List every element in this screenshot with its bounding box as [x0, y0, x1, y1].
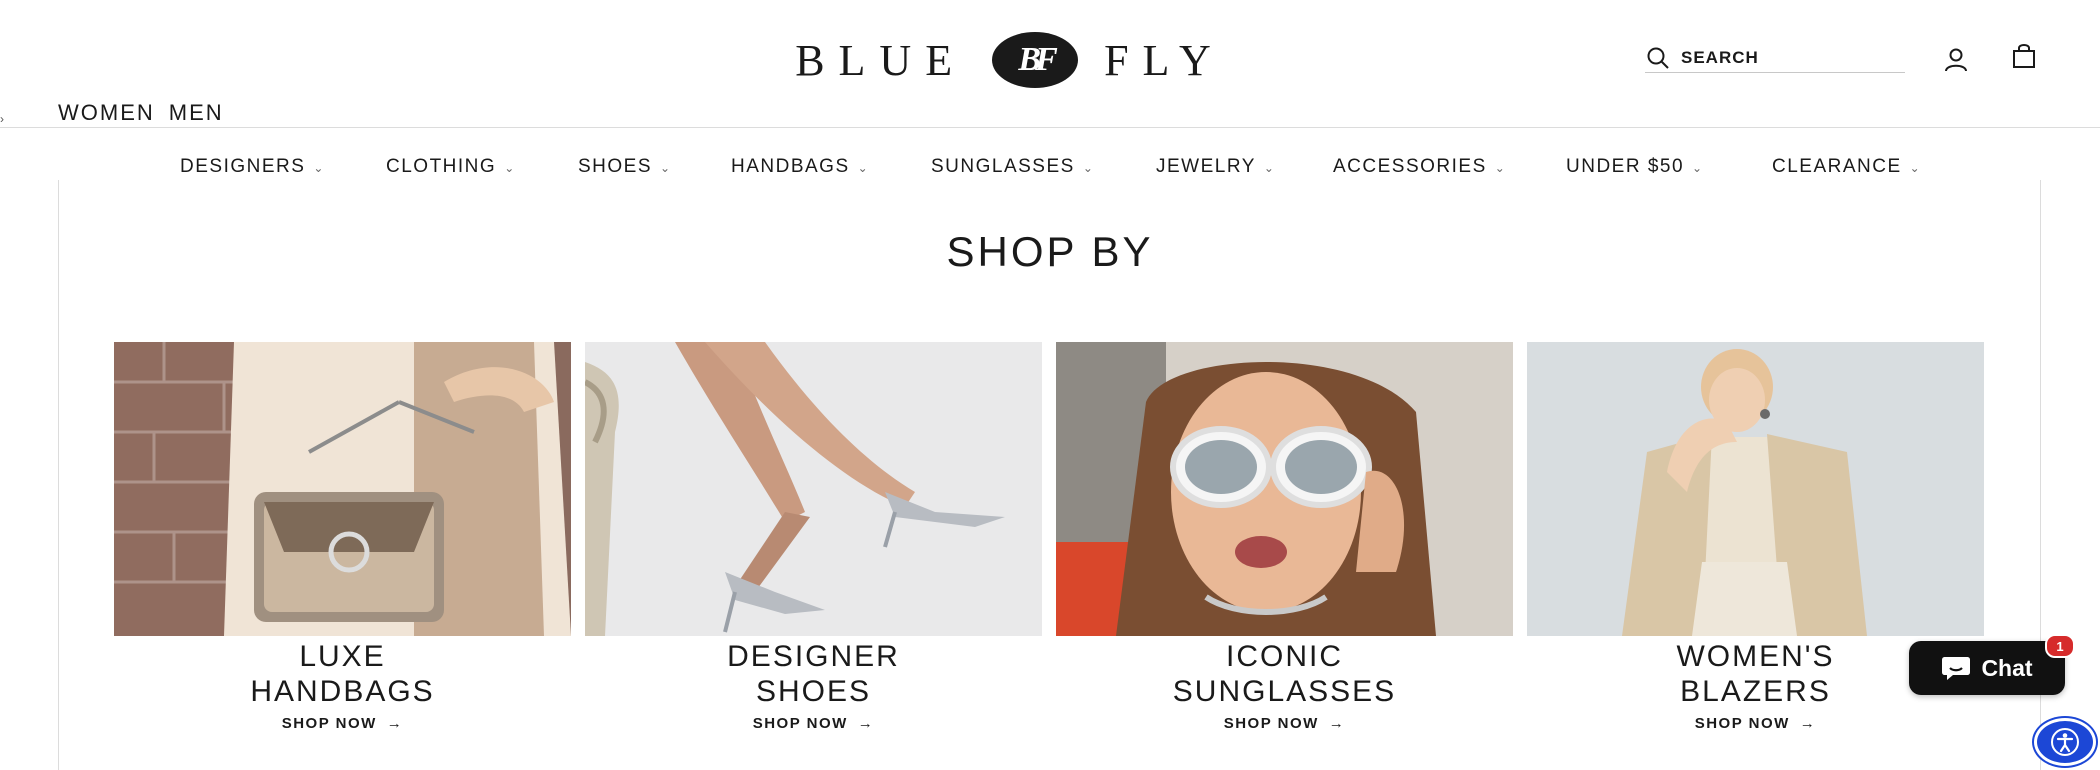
- nav-item-shoes[interactable]: SHOES ⌄: [578, 156, 731, 178]
- chevron-down-icon: ⌄: [1909, 161, 1922, 175]
- shop-now-link[interactable]: SHOP NOW →: [1056, 715, 1513, 732]
- nav-item-jewelry[interactable]: JEWELRY ⌄: [1156, 156, 1333, 178]
- shop-now-link[interactable]: SHOP NOW →: [1527, 715, 1984, 732]
- chevron-down-icon: ⌄: [1263, 161, 1276, 175]
- nav-label: CLEARANCE: [1772, 156, 1902, 177]
- chat-label: Chat: [1981, 654, 2033, 681]
- nav-label: JEWELRY: [1156, 156, 1256, 177]
- tab-men[interactable]: MEN: [169, 100, 224, 126]
- shopping-bag-icon[interactable]: [2010, 42, 2038, 70]
- logo-monogram-badge: BF: [992, 32, 1079, 88]
- nav-item-clearance[interactable]: CLEARANCE ⌄: [1772, 156, 1942, 178]
- nav-item-handbags[interactable]: HANDBAGS ⌄: [731, 156, 931, 178]
- nav-item-sunglasses[interactable]: SUNGLASSES ⌄: [931, 156, 1156, 178]
- shop-now-label: SHOP NOW: [281, 715, 377, 732]
- chevron-down-icon: ⌄: [1494, 161, 1507, 175]
- main-navigation: DESIGNERS ⌄ CLOTHING ⌄ SHOES ⌄ HANDBAGS …: [180, 156, 1942, 178]
- nav-label: DESIGNERS: [180, 156, 306, 177]
- shop-now-link[interactable]: SHOP NOW →: [114, 715, 571, 732]
- gender-tabs: WOMEN MEN: [58, 100, 224, 126]
- nav-label: ACCESSORIES: [1333, 156, 1487, 177]
- nav-label: CLOTHING: [386, 156, 497, 177]
- shop-now-label: SHOP NOW: [1223, 715, 1319, 732]
- nav-item-clothing[interactable]: CLOTHING ⌄: [386, 156, 578, 178]
- chat-notification-badge: 1: [2045, 634, 2075, 658]
- search-bar[interactable]: [1645, 44, 1905, 73]
- shop-now-link[interactable]: SHOP NOW →: [585, 715, 1042, 732]
- category-tile-shoes[interactable]: DESIGNER SHOES SHOP NOW →: [585, 342, 1042, 732]
- header-divider: [0, 127, 2100, 128]
- logo-monogram: BF: [1018, 41, 1057, 78]
- chevron-down-icon: ⌄: [1082, 161, 1095, 175]
- chat-button[interactable]: Chat: [1909, 641, 2065, 695]
- shoes-image[interactable]: [585, 342, 1042, 636]
- logo-word-left: BLUE: [795, 35, 967, 85]
- shop-now-label: SHOP NOW: [1694, 715, 1790, 732]
- tile-title[interactable]: LUXE HANDBAGS: [114, 639, 571, 709]
- arrow-right-icon: →: [857, 715, 875, 732]
- arrow-right-icon: →: [386, 715, 404, 732]
- nav-item-designers[interactable]: DESIGNERS ⌄: [180, 156, 386, 178]
- section-title: SHOP BY: [946, 228, 1154, 275]
- logo-word-right: FLY: [1104, 35, 1225, 85]
- chevron-down-icon: ⌄: [660, 161, 672, 175]
- tile-title[interactable]: ICONIC SUNGLASSES: [1056, 639, 1513, 709]
- brand-logo[interactable]: BLUE BF FLY: [735, 30, 1285, 90]
- nav-label: UNDER $50: [1566, 156, 1685, 177]
- blazers-image[interactable]: [1527, 342, 1984, 636]
- sunglasses-image[interactable]: [1056, 342, 1513, 636]
- arrow-right-icon: →: [1799, 715, 1817, 732]
- accessibility-icon[interactable]: [2034, 718, 2096, 766]
- nav-item-accessories[interactable]: ACCESSORIES ⌄: [1333, 156, 1566, 178]
- search-input[interactable]: [1681, 48, 1881, 68]
- search-icon[interactable]: [1645, 45, 1671, 71]
- chevron-down-icon: ⌄: [504, 161, 516, 175]
- edge-indicator: ›: [0, 112, 4, 126]
- chevron-down-icon: ⌄: [313, 161, 325, 175]
- chevron-down-icon: ⌄: [857, 161, 870, 175]
- tab-women[interactable]: WOMEN: [58, 100, 155, 126]
- nav-item-under-50[interactable]: UNDER $50 ⌄: [1566, 156, 1772, 178]
- category-tile-sunglasses[interactable]: ICONIC SUNGLASSES SHOP NOW →: [1056, 342, 1513, 732]
- shop-now-label: SHOP NOW: [752, 715, 848, 732]
- category-tile-handbags[interactable]: LUXE HANDBAGS SHOP NOW →: [114, 342, 571, 732]
- chat-bubble-icon: [1942, 657, 1971, 680]
- handbags-image[interactable]: [114, 342, 571, 636]
- nav-label: SHOES: [578, 156, 653, 177]
- chevron-down-icon: ⌄: [1692, 161, 1704, 175]
- accessibility-figure-icon: [2051, 728, 2079, 756]
- nav-label: SUNGLASSES: [931, 156, 1075, 177]
- user-icon[interactable]: [1942, 46, 1970, 74]
- arrow-right-icon: →: [1328, 715, 1346, 732]
- tile-title[interactable]: DESIGNER SHOES: [585, 639, 1042, 709]
- nav-label: HANDBAGS: [731, 156, 850, 177]
